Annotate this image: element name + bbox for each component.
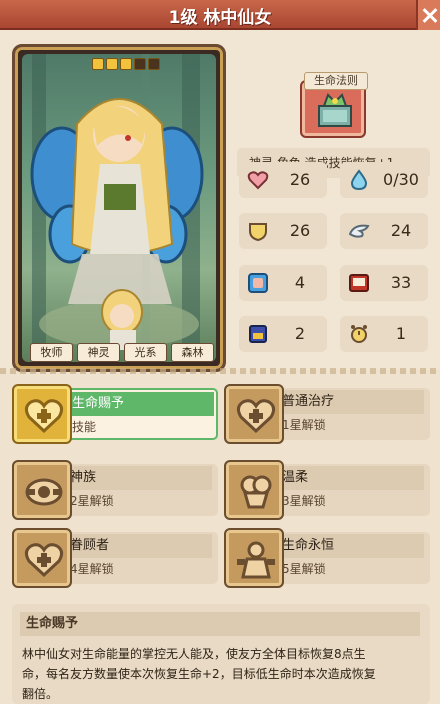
- skill-status: 1星解锁: [282, 418, 326, 432]
- skill-name: 温柔: [274, 466, 424, 490]
- skill-status: 5星解锁: [282, 562, 326, 576]
- figure-icon: [224, 528, 284, 588]
- skill-detail-title: 生命赐予: [20, 612, 420, 636]
- star-icon: [106, 58, 118, 70]
- shield-icon: [249, 223, 267, 242]
- stat-wing: 24: [340, 213, 428, 249]
- clock-value: 1: [395, 324, 407, 343]
- detail-line: 林中仙女对生命能量的掌控无人能及，使友方全体目标恢复8点生: [22, 647, 366, 661]
- stat-fist: 4: [239, 265, 327, 301]
- alarm-clock-icon: [351, 325, 367, 343]
- skill-slot[interactable]: 温柔 3星解锁: [224, 460, 430, 520]
- skill-status: 技能: [72, 420, 97, 434]
- life-law-icon: [318, 93, 352, 127]
- book-icon: [349, 274, 369, 292]
- skill-name: 眷顾者: [62, 534, 212, 558]
- eye-emblem-icon: [12, 460, 72, 520]
- detail-line: 命，每名友方数量使本次恢复生命+2，目标低生命时本次造成恢复: [22, 667, 376, 681]
- skill-slot[interactable]: 眷顾者 4星解锁: [12, 528, 218, 588]
- character-card: 牧师 神灵 光系 森林: [12, 44, 226, 372]
- close-icon[interactable]: [416, 0, 440, 30]
- skill-slot[interactable]: 神族 2星解锁: [12, 460, 218, 520]
- detail-line: 翻倍。: [22, 687, 59, 701]
- character-portrait: [22, 54, 216, 362]
- forest-background: [30, 54, 204, 362]
- skill-detail-panel: 生命赐予 林中仙女对生命能量的掌控无人能及，使友方全体目标恢复8点生 命，每名友…: [12, 604, 430, 704]
- heart-plus-icon: [224, 384, 284, 444]
- page-title: 1级 林中仙女: [168, 8, 272, 28]
- skill-status: 4星解锁: [70, 562, 114, 576]
- skill-slot[interactable]: 生命赐予 技能: [12, 384, 218, 444]
- skill-name: 生命赐予: [64, 392, 214, 416]
- heart-plus-icon: [12, 528, 72, 588]
- tag-element: 光系: [124, 343, 167, 362]
- potion-value: 2: [294, 324, 306, 343]
- heart-icon: [247, 171, 269, 190]
- star-icon: [120, 58, 132, 70]
- star-icon: [92, 58, 104, 70]
- stat-clock: 1: [340, 316, 428, 352]
- clasp-icon: [224, 460, 284, 520]
- mana-value: 0/30: [383, 170, 419, 189]
- wing-value: 24: [390, 221, 412, 240]
- fist-value: 4: [294, 273, 306, 292]
- hp-value: 26: [289, 170, 311, 189]
- character-panel: 牧师 神灵 光系 森林 生命法则 神灵 角色 造成技能恢复+1。 26 0/30: [0, 30, 440, 372]
- skill-slot[interactable]: 生命永恒 5星解锁: [224, 528, 430, 588]
- tag-class: 牧师: [30, 343, 73, 362]
- header-bar: 1级 林中仙女: [0, 0, 440, 30]
- star-rating: [92, 58, 160, 70]
- skill-name: 普通治疗: [274, 390, 424, 414]
- book-value: 33: [390, 273, 412, 292]
- heart-plus-icon: [12, 384, 72, 444]
- water-drop-icon: [350, 169, 368, 191]
- skill-status: 3星解锁: [282, 494, 326, 508]
- fist-icon: [248, 273, 268, 293]
- skill-status: 2星解锁: [70, 494, 114, 508]
- skill-name: 神族: [62, 466, 212, 490]
- skills-panel: 生命赐予 技能 普通治疗 1星解锁 神族 2星解锁 温柔 3星解锁 眷顾者 4星…: [0, 376, 440, 704]
- skill-detail-text: 林中仙女对生命能量的掌控无人能及，使友方全体目标恢复8点生 命，每名友方数量使本…: [22, 644, 424, 704]
- potion-icon: [249, 325, 267, 343]
- tag-terrain: 森林: [171, 343, 214, 362]
- stat-mana: 0/30: [340, 162, 428, 198]
- shield-value: 26: [289, 221, 311, 240]
- star-empty-icon: [148, 58, 160, 70]
- stat-hp: 26: [239, 162, 327, 198]
- section-divider: [0, 368, 440, 374]
- law-label: 生命法则: [304, 72, 368, 90]
- skill-name: 生命永恒: [274, 534, 424, 558]
- star-empty-icon: [134, 58, 146, 70]
- stat-shield: 26: [239, 213, 327, 249]
- stat-potion: 2: [239, 316, 327, 352]
- skill-slot[interactable]: 普通治疗 1星解锁: [224, 384, 430, 444]
- wing-icon: [348, 224, 370, 238]
- tag-race: 神灵: [77, 343, 120, 362]
- stat-book: 33: [340, 265, 428, 301]
- card-tags: 牧师 神灵 光系 森林: [30, 343, 214, 362]
